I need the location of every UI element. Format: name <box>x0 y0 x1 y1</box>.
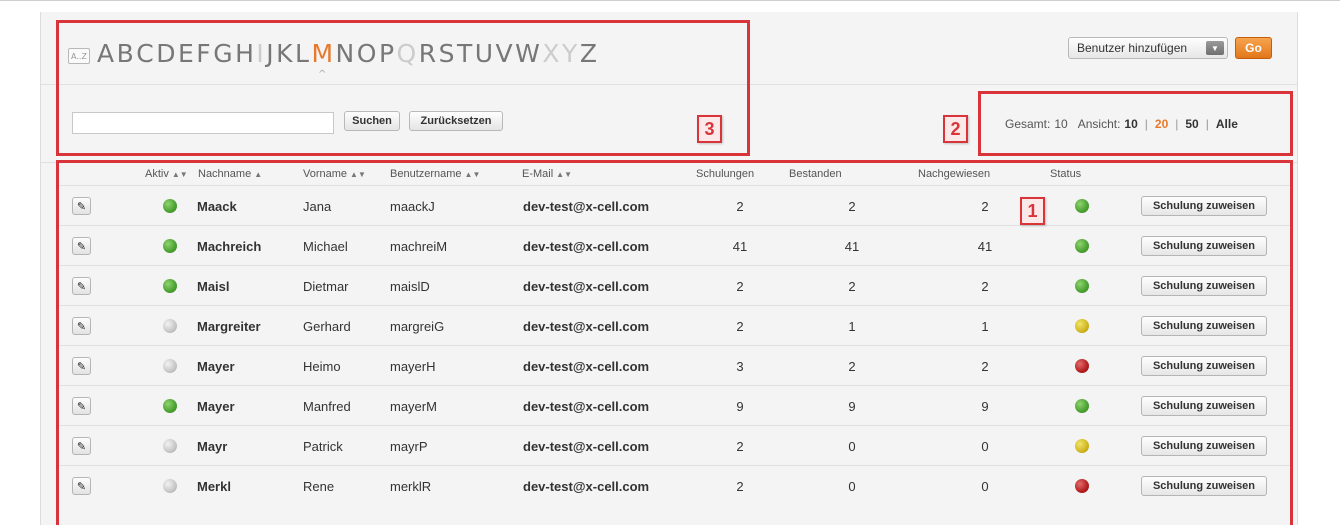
go-button[interactable]: Go <box>1235 37 1272 59</box>
annotation-label-3: 3 <box>697 115 722 143</box>
annotation-label-2: 2 <box>943 115 968 143</box>
annotation-label-1: 1 <box>1020 197 1045 225</box>
add-user-select[interactable]: Benutzer hinzufügen ▼ <box>1068 37 1228 59</box>
add-user-select-value: Benutzer hinzufügen <box>1077 41 1188 55</box>
annotation-box-1 <box>56 160 1293 525</box>
dropdown-arrow-icon[interactable]: ▼ <box>1206 41 1224 55</box>
annotation-box-3 <box>56 20 750 156</box>
annotation-box-2 <box>978 91 1293 156</box>
